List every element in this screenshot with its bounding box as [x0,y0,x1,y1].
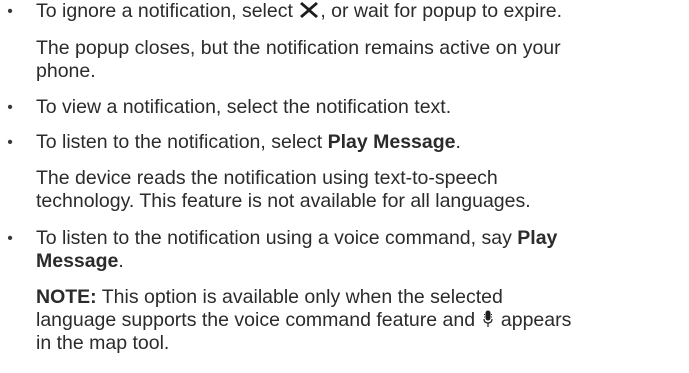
note-text-suffix: appears [495,309,572,331]
item-text-prefix: To listen to the notification using a vo… [36,227,518,249]
item-text-line1: To listen to the notification using a vo… [36,227,557,250]
microphone-icon [483,310,494,327]
play-label: Play [517,227,558,249]
note-text-prefix: language supports the voice command feat… [36,309,481,331]
item-text-suffix: , or wait for popup to expire. [320,0,563,22]
note-line3: in the map tool. [36,332,170,354]
item-text: To listen to the notification, select Pl… [36,131,461,154]
note-line1: NOTE: This option is available only when… [36,286,503,309]
bullet: • [7,99,13,116]
bullet: • [7,3,13,20]
instruction-document: • To ignore a notification, select , or … [0,0,689,373]
item-text-line2: Message. [36,250,124,273]
note-line2: language supports the voice command feat… [36,309,571,332]
bullet: • [7,134,13,151]
bullet: • [7,230,13,247]
item-text-suffix: . [455,131,461,153]
item-note-line: technology. This feature is not availabl… [36,190,531,212]
play-message-label: Play Message [327,131,456,153]
item-text-suffix: . [118,250,124,272]
item-note-line: The popup closes, but the notification r… [36,37,561,59]
item-note-line: The device reads the notification using … [36,167,498,189]
close-x-icon [300,2,319,18]
message-label: Message [36,250,119,272]
item-text-prefix: To ignore a notification, select [36,0,293,22]
item-text: To view a notification, select the notif… [36,96,452,118]
item-text: To ignore a notification, select , or wa… [36,0,562,23]
item-note-line: phone. [36,60,96,82]
note-label: NOTE: [36,286,97,308]
note-text: This option is available only when the s… [96,286,503,308]
item-text-prefix: To listen to the notification, select [36,131,328,153]
